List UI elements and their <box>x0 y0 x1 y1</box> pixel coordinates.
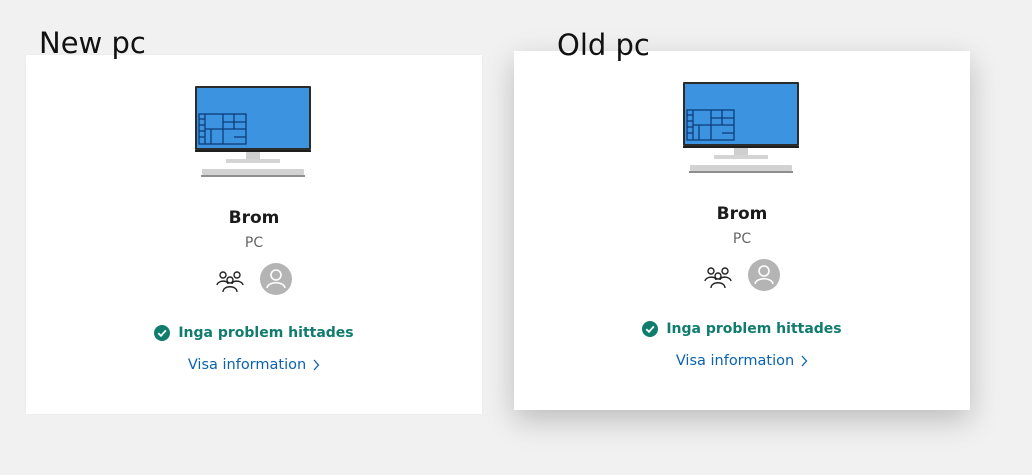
status-text: Inga problem hittades <box>666 321 842 337</box>
old-pc-label: Old pc <box>557 28 650 62</box>
status-row: Inga problem hittades <box>514 319 970 339</box>
show-info-link[interactable]: Visa information <box>26 355 482 375</box>
new-pc-label: New pc <box>39 26 146 60</box>
status-text: Inga problem hittades <box>178 325 354 341</box>
check-circle-icon <box>154 325 171 341</box>
monitor-icon <box>194 85 312 181</box>
family-icon[interactable] <box>216 269 244 293</box>
status-row: Inga problem hittades <box>26 323 482 343</box>
chevron-right-icon[interactable] <box>312 359 320 371</box>
show-info-label[interactable]: Visa information <box>188 357 306 373</box>
avatar-icon[interactable] <box>260 263 292 295</box>
chevron-right-icon[interactable] <box>800 355 808 367</box>
device-name: Brom <box>228 208 280 228</box>
device-type: PC <box>244 235 264 251</box>
old-pc-card: Brom PC Inga problem hittades Visa infor… <box>514 51 970 410</box>
device-type: PC <box>732 231 752 247</box>
show-info-link[interactable]: Visa information <box>514 351 970 371</box>
family-icon[interactable] <box>704 265 732 289</box>
avatar-icon[interactable] <box>748 259 780 291</box>
device-name: Brom <box>716 204 768 224</box>
new-pc-card: Brom PC Inga problem hittades Visa infor… <box>26 55 482 414</box>
show-info-label[interactable]: Visa information <box>676 353 794 369</box>
monitor-icon <box>682 81 800 177</box>
check-circle-icon <box>642 321 659 337</box>
